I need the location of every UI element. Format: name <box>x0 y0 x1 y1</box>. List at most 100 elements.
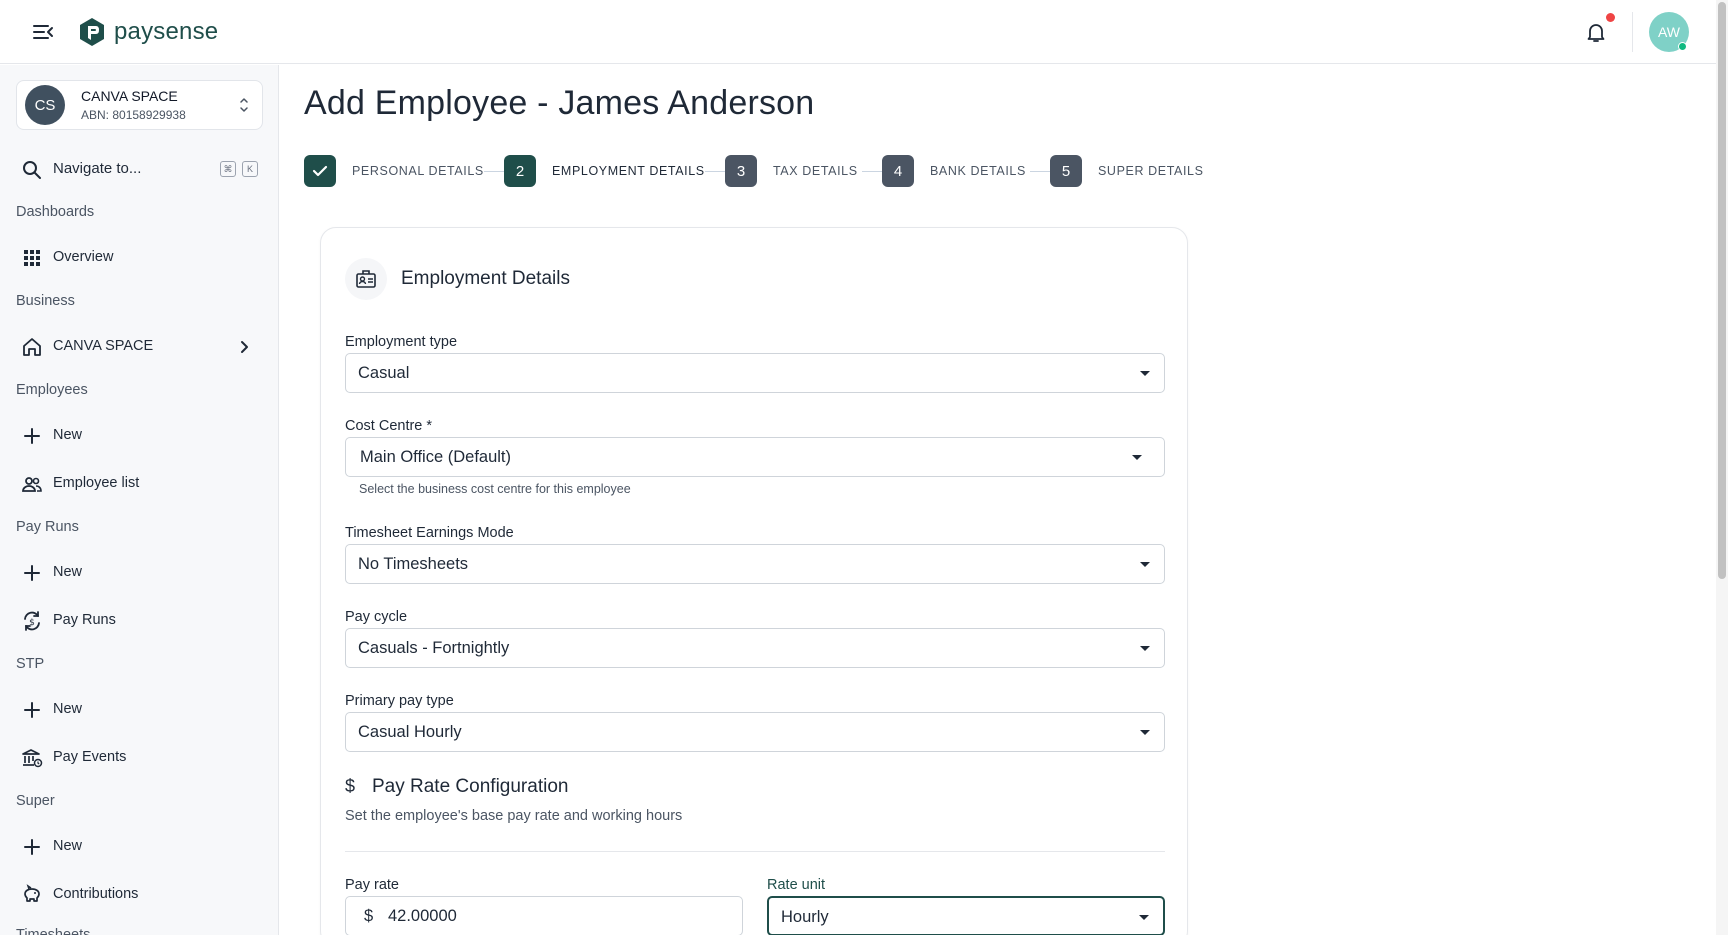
dropdown-caret-icon <box>1140 371 1150 376</box>
sidebar-item-overview[interactable]: Overview <box>16 239 263 275</box>
timesheet-mode-label: Timesheet Earnings Mode <box>345 525 514 541</box>
sidebar-item-new-employee[interactable]: New <box>16 417 263 453</box>
pay-cycle-label: Pay cycle <box>345 609 408 625</box>
sidebar: CS CANVA SPACE ABN: 80158929938 Navigate… <box>0 65 279 935</box>
sidebar-item-label: New <box>53 838 83 854</box>
employment-type-select[interactable]: Casual <box>345 353 1165 393</box>
sidebar-item-contributions[interactable]: Contributions <box>16 876 263 912</box>
select-value: Casual <box>358 364 410 382</box>
plus-icon <box>24 702 40 718</box>
header-divider <box>1632 12 1633 52</box>
sidebar-item-label: Employee list <box>53 475 140 491</box>
online-status-dot <box>1678 42 1687 51</box>
step-connector <box>1030 171 1050 172</box>
input-value: 42.00000 <box>388 907 457 925</box>
employment-type-label: Employment type <box>345 334 458 350</box>
id-badge-icon <box>356 270 376 288</box>
rate-unit-label: Rate unit <box>767 877 826 893</box>
pay-cycle-select[interactable]: Casuals - Fortnightly <box>345 628 1165 668</box>
step-1-complete-badge[interactable] <box>304 155 336 187</box>
plus-icon <box>24 565 40 581</box>
section-divider <box>345 851 1165 852</box>
step-number: 2 <box>515 162 525 180</box>
step-3-badge[interactable]: 3 <box>725 155 757 187</box>
dollar-icon: $ <box>345 776 356 796</box>
menu-collapse-icon[interactable] <box>32 22 54 42</box>
section-stp: STP <box>16 656 45 672</box>
people-icon <box>22 477 42 492</box>
primary-pay-type-label: Primary pay type <box>345 693 454 709</box>
sidebar-item-pay-runs[interactable]: $ Pay Runs <box>16 602 263 638</box>
shortcut-cmd-key: ⌘ <box>220 161 236 177</box>
page-title: Add Employee - James Anderson <box>304 84 815 122</box>
pay-rate-label: Pay rate <box>345 877 399 893</box>
dropdown-caret-icon <box>1140 562 1150 567</box>
timesheet-mode-select[interactable]: No Timesheets <box>345 544 1165 584</box>
step-connector <box>862 171 882 172</box>
chevron-right-icon <box>241 341 248 353</box>
badge-icon-container <box>345 258 387 300</box>
grid-icon <box>24 250 40 266</box>
checkmark-icon <box>312 165 328 177</box>
org-name: CANVA SPACE <box>81 88 178 104</box>
step-number: 3 <box>736 162 746 180</box>
primary-pay-type-select[interactable]: Casual Hourly <box>345 712 1165 752</box>
top-bar: paysense AW <box>0 0 1716 64</box>
select-value: Casual Hourly <box>358 723 462 741</box>
sidebar-item-label: New <box>53 427 83 443</box>
step-2-badge[interactable]: 2 <box>504 155 536 187</box>
step-label-bank-details[interactable]: BANK DETAILS <box>930 164 1026 178</box>
pay-rate-input[interactable]: $ 42.00000 <box>345 896 743 935</box>
employment-details-card: Employment Details Employment type Casua… <box>320 227 1188 935</box>
scrollbar-thumb[interactable] <box>1718 2 1726 579</box>
rate-unit-select[interactable]: Hourly <box>767 896 1165 935</box>
step-label-personal-details[interactable]: PERSONAL DETAILS <box>352 164 484 178</box>
step-label-employment-details[interactable]: EMPLOYMENT DETAILS <box>552 164 705 178</box>
sidebar-item-label: Pay Events <box>53 749 127 765</box>
piggy-bank-icon <box>24 884 40 902</box>
sidebar-item-new-super[interactable]: New <box>16 828 263 864</box>
select-value: No Timesheets <box>358 555 469 573</box>
section-super: Super <box>16 793 55 809</box>
sidebar-item-employee-list[interactable]: Employee list <box>16 465 263 501</box>
sidebar-item-label: Overview <box>53 249 114 265</box>
org-avatar: CS <box>25 85 65 125</box>
navigate-label: Navigate to... <box>53 160 142 177</box>
navigate-search[interactable]: Navigate to... ⌘ K <box>16 151 263 187</box>
search-icon <box>23 161 41 179</box>
shortcut-k-key: K <box>242 161 258 177</box>
step-5-badge[interactable]: 5 <box>1050 155 1082 187</box>
sidebar-item-label: New <box>53 564 83 580</box>
currency-exchange-icon: $ <box>24 611 40 631</box>
step-number: 4 <box>893 162 903 180</box>
unfold-chevrons-icon <box>240 98 248 112</box>
dropdown-caret-icon <box>1140 646 1150 651</box>
org-initials: CS <box>34 96 56 114</box>
step-4-badge[interactable]: 4 <box>882 155 914 187</box>
org-abn: ABN: 80158929938 <box>81 108 186 122</box>
step-label-super-details[interactable]: SUPER DETAILS <box>1098 164 1204 178</box>
cost-centre-label: Cost Centre * <box>345 418 433 434</box>
sidebar-item-canva-space[interactable]: CANVA SPACE <box>16 328 263 364</box>
section-employees: Employees <box>16 382 88 398</box>
notifications-bell-icon[interactable] <box>1584 20 1608 44</box>
sidebar-item-pay-events[interactable]: Pay Events <box>16 739 263 775</box>
section-timesheets: Timesheets <box>16 927 91 935</box>
step-label-tax-details[interactable]: TAX DETAILS <box>773 164 858 178</box>
pay-rate-config-title: Pay Rate Configuration <box>372 776 569 797</box>
svg-text:$: $ <box>29 618 35 628</box>
sidebar-item-new-pay-run[interactable]: New <box>16 554 263 590</box>
section-business: Business <box>16 293 75 309</box>
app-name: paysense <box>114 18 219 45</box>
select-value: Hourly <box>781 908 829 926</box>
dropdown-caret-icon <box>1132 455 1142 460</box>
currency-prefix: $ <box>364 907 374 925</box>
sidebar-item-label: CANVA SPACE <box>53 338 154 354</box>
cost-centre-select[interactable]: Main Office (Default) <box>345 437 1165 477</box>
avatar-initials: AW <box>1657 24 1681 40</box>
app-logo[interactable]: paysense <box>78 16 218 48</box>
sidebar-item-new-stp[interactable]: New <box>16 691 263 727</box>
sidebar-item-label: Contributions <box>53 886 139 902</box>
plus-icon <box>24 839 40 855</box>
organization-switcher[interactable]: CS CANVA SPACE ABN: 80158929938 <box>16 80 263 130</box>
